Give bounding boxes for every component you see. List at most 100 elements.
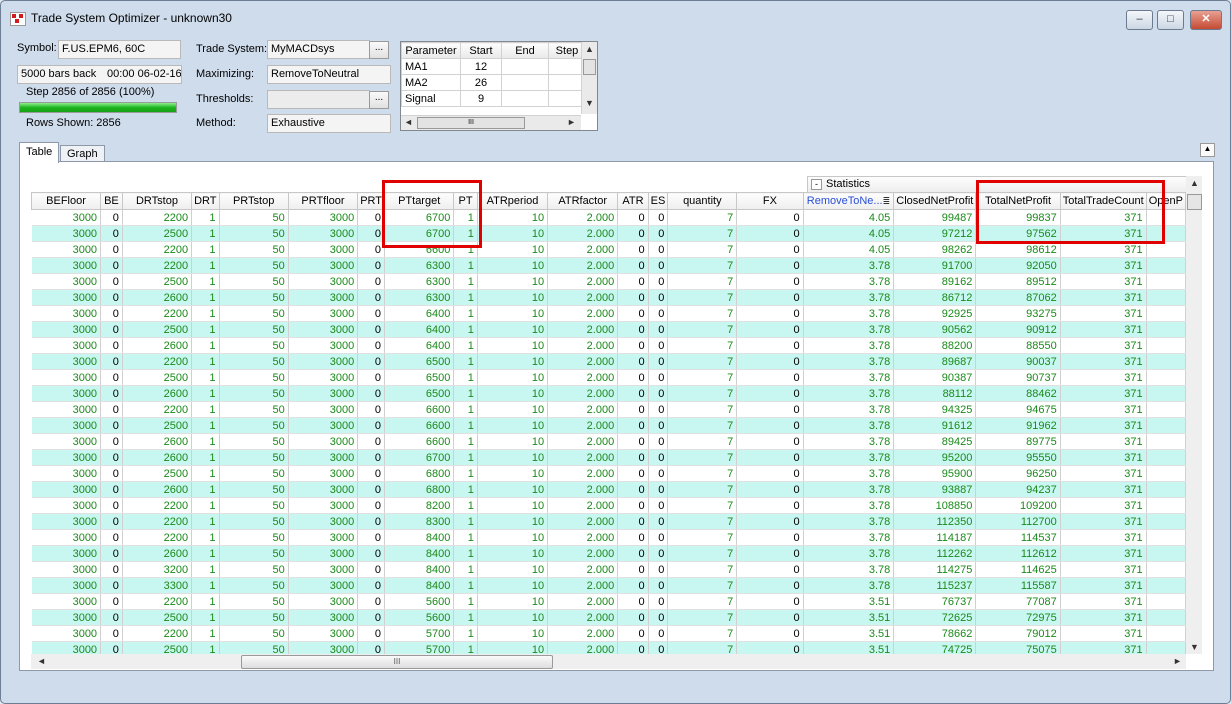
table-cell[interactable]: 95900 [893, 465, 977, 482]
column-header[interactable]: ATRfactor [547, 192, 619, 210]
table-cell[interactable]: 50 [219, 385, 289, 402]
table-cell[interactable]: 3.78 [803, 417, 895, 434]
table-cell[interactable]: 1 [453, 481, 478, 498]
table-cell[interactable]: 0 [617, 641, 649, 654]
table-cell[interactable]: 91612 [893, 417, 977, 434]
table-cell[interactable]: 371 [1060, 609, 1147, 626]
table-cell[interactable]: 1 [453, 433, 478, 450]
table-cell[interactable]: 50 [219, 305, 289, 322]
table-cell[interactable]: 91962 [975, 417, 1061, 434]
table-cell[interactable]: 2200 [122, 241, 193, 258]
table-cell[interactable]: 6500 [384, 353, 455, 370]
table-cell[interactable]: 1 [191, 225, 220, 242]
table-cell[interactable]: 0 [617, 369, 649, 386]
table-cell[interactable]: 0 [100, 273, 123, 290]
param-scroll-right-icon[interactable]: ► [567, 117, 576, 127]
table-cell[interactable]: 371 [1060, 209, 1147, 226]
table-cell[interactable]: 1 [191, 529, 220, 546]
table-cell[interactable]: 0 [736, 401, 804, 418]
table-cell[interactable]: 50 [219, 353, 289, 370]
table-cell[interactable]: 2600 [122, 545, 193, 562]
table-cell[interactable]: 0 [100, 321, 123, 338]
table-cell[interactable]: 0 [617, 353, 649, 370]
table-cell[interactable]: 2.000 [547, 225, 619, 242]
table-cell[interactable]: 6800 [384, 481, 455, 498]
table-cell[interactable]: 0 [357, 545, 386, 562]
table-cell[interactable]: 0 [648, 417, 669, 434]
table-cell[interactable]: 8400 [384, 561, 455, 578]
table-cell[interactable]: 6800 [384, 465, 455, 482]
table-cell[interactable]: 0 [648, 497, 669, 514]
table-cell[interactable]: 2.000 [547, 385, 619, 402]
param-scroll-down-icon[interactable]: ▼ [585, 98, 594, 108]
table-cell[interactable]: 7 [667, 337, 738, 354]
table-cell[interactable]: 2.000 [547, 513, 619, 530]
table-cell[interactable]: 3.78 [803, 433, 895, 450]
table-cell[interactable]: 10 [477, 625, 549, 642]
table-cell[interactable]: 6400 [384, 321, 455, 338]
table-cell[interactable]: 6700 [384, 209, 455, 226]
table-cell[interactable]: 0 [648, 625, 669, 642]
table-cell[interactable]: 0 [617, 433, 649, 450]
table-cell[interactable] [1146, 417, 1186, 434]
table-cell[interactable]: 0 [736, 321, 804, 338]
table-cell[interactable]: 0 [648, 577, 669, 594]
table-cell[interactable]: 0 [648, 369, 669, 386]
table-cell[interactable]: 3000 [288, 241, 359, 258]
table-cell[interactable] [1146, 481, 1186, 498]
table-cell[interactable]: 1 [191, 401, 220, 418]
table-cell[interactable]: 50 [219, 369, 289, 386]
table-cell[interactable]: 1 [453, 561, 478, 578]
table-cell[interactable]: 0 [617, 561, 649, 578]
table-cell[interactable]: 50 [219, 609, 289, 626]
table-cell[interactable]: 95200 [893, 449, 977, 466]
table-cell[interactable]: 371 [1060, 529, 1147, 546]
table-cell[interactable]: 6600 [384, 417, 455, 434]
table-cell[interactable]: 7 [667, 641, 738, 654]
table-row[interactable]: 3000 0 2500 1 50 3000 0 6800 1 10 2.000 0 0 7 0 3.78 959… [31, 465, 1186, 482]
table-cell[interactable]: 0 [357, 529, 386, 546]
table-cell[interactable]: 2.000 [547, 577, 619, 594]
table-cell[interactable]: 3000 [288, 273, 359, 290]
table-cell[interactable]: 94675 [975, 401, 1061, 418]
table-cell[interactable]: 89687 [893, 353, 977, 370]
table-cell[interactable]: 115237 [893, 577, 977, 594]
table-cell[interactable]: 5700 [384, 641, 455, 654]
table-cell[interactable]: 0 [648, 337, 669, 354]
column-header[interactable]: RemoveToNe...≣ [802, 192, 895, 210]
table-cell[interactable]: 3.78 [803, 449, 895, 466]
table-cell[interactable]: 3000 [288, 417, 359, 434]
table-cell[interactable]: 7 [667, 529, 738, 546]
table-cell[interactable]: 0 [100, 241, 123, 258]
table-cell[interactable]: 0 [357, 337, 386, 354]
table-row[interactable]: 3000 0 3300 1 50 3000 0 8400 1 10 2.000 0 0 7 0 3.78 115… [31, 577, 1186, 594]
column-header[interactable]: PRTfloor [287, 192, 359, 210]
table-cell[interactable]: 3.78 [803, 353, 895, 370]
table-cell[interactable]: 5700 [384, 625, 455, 642]
table-cell[interactable]: 2600 [122, 385, 193, 402]
table-row[interactable]: 3000 0 2500 1 50 3000 0 6700 1 10 2.000 0 0 7 0 4.05 972… [31, 225, 1186, 242]
param-header-end[interactable]: End [501, 42, 549, 59]
table-cell[interactable]: 88200 [893, 337, 977, 354]
table-row[interactable]: 3000 0 2200 1 50 3000 0 6400 1 10 2.000 0 0 7 0 3.78 929… [31, 305, 1186, 322]
table-cell[interactable]: 0 [357, 225, 386, 242]
table-cell[interactable]: 10 [477, 305, 549, 322]
table-cell[interactable] [1146, 529, 1186, 546]
results-vscroll-thumb[interactable] [1187, 194, 1202, 210]
table-cell[interactable] [1146, 225, 1186, 242]
table-cell[interactable]: 1 [191, 353, 220, 370]
table-cell[interactable]: 3000 [31, 257, 102, 274]
param-cell[interactable] [501, 58, 549, 75]
table-cell[interactable]: 3000 [31, 497, 102, 514]
table-cell[interactable]: 0 [736, 561, 804, 578]
table-cell[interactable]: 1 [191, 513, 220, 530]
table-cell[interactable]: 3000 [288, 465, 359, 482]
table-cell[interactable]: 371 [1060, 401, 1147, 418]
param-scroll-up-icon[interactable]: ▲ [585, 44, 594, 54]
param-cell[interactable] [501, 74, 549, 91]
table-cell[interactable]: 10 [477, 481, 549, 498]
table-cell[interactable]: 0 [357, 481, 386, 498]
table-cell[interactable]: 7 [667, 481, 738, 498]
table-cell[interactable]: 10 [477, 385, 549, 402]
table-cell[interactable]: 3.78 [803, 369, 895, 386]
